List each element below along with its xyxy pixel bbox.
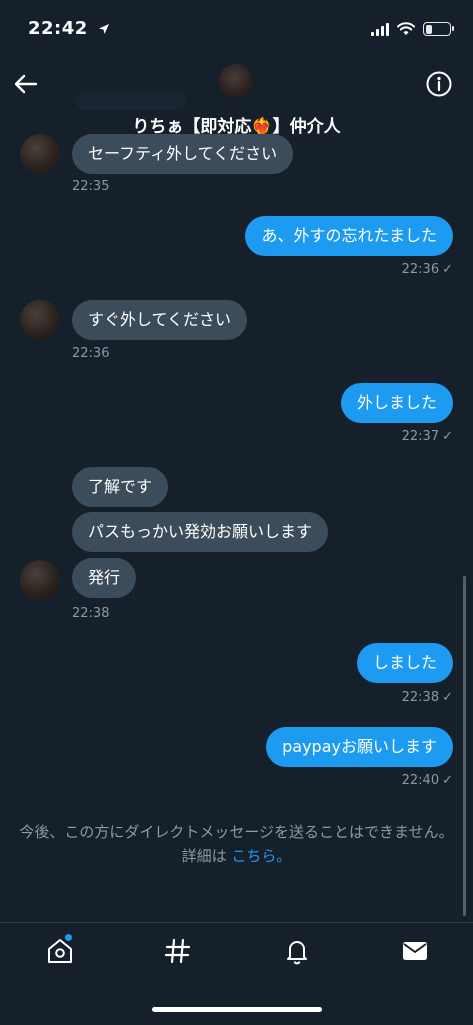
sent-check-icon: ✓ (442, 429, 453, 444)
message-time-text: 22:36 (401, 262, 440, 277)
message-time: 22:36 ✓ (402, 262, 453, 277)
bell-icon[interactable] (282, 936, 312, 966)
message-time: 22:35 (72, 179, 110, 194)
sender-avatar[interactable] (20, 134, 60, 174)
home-indicator[interactable] (152, 1007, 322, 1012)
wifi-icon (397, 22, 415, 35)
message-time: 22:36 (72, 346, 110, 361)
sender-avatar[interactable] (20, 560, 60, 600)
header-avatar[interactable] (219, 64, 253, 98)
back-arrow-icon[interactable] (12, 70, 40, 98)
status-time: 22:42 (28, 18, 110, 39)
message-incoming[interactable]: パスもっかい発効お願いします (72, 512, 329, 552)
status-time-text: 22:42 (28, 18, 88, 39)
message-time: 22:37 ✓ (402, 429, 453, 444)
learn-more-link[interactable]: こちら。 (231, 847, 291, 865)
message-outgoing[interactable]: しました (356, 643, 453, 683)
message-incoming[interactable]: 了解です (72, 467, 169, 507)
message-incoming[interactable]: すぐ外してください (72, 300, 248, 340)
message-outgoing[interactable]: paypayお願いします (266, 727, 453, 767)
message-outgoing[interactable]: あ、外すの忘れたました (245, 216, 453, 256)
battery-icon (423, 22, 454, 36)
info-icon[interactable] (425, 70, 453, 98)
home-icon[interactable] (45, 936, 75, 966)
message-time-text: 22:38 (401, 690, 440, 705)
scrollbar[interactable] (463, 576, 466, 916)
mail-icon[interactable] (400, 936, 430, 966)
sent-check-icon: ✓ (442, 773, 453, 788)
location-arrow-icon (98, 24, 109, 34)
message-time-text: 22:37 (401, 429, 440, 444)
sent-check-icon: ✓ (442, 690, 453, 705)
message-incoming[interactable]: セーフティ外してください (72, 134, 294, 174)
message-time: 22:40 ✓ (402, 773, 453, 788)
status-icons (371, 18, 454, 40)
message-outgoing[interactable]: 外しました (340, 383, 453, 423)
notification-dot (65, 934, 72, 941)
cellular-signal-icon (371, 22, 389, 36)
sent-check-icon: ✓ (442, 262, 453, 277)
message-time: 22:38 (72, 606, 110, 621)
message-incoming[interactable]: 発行 (72, 558, 137, 598)
dm-disabled-notice: 今後、この方にダイレクトメッセージを送ることはできません。詳細は こちら。 (14, 820, 459, 868)
scrolled-content-fade (76, 92, 186, 110)
sender-avatar[interactable] (20, 300, 60, 340)
message-time-text: 22:40 (401, 773, 440, 788)
hashtag-icon[interactable] (163, 936, 193, 966)
message-time: 22:38 ✓ (402, 690, 453, 705)
